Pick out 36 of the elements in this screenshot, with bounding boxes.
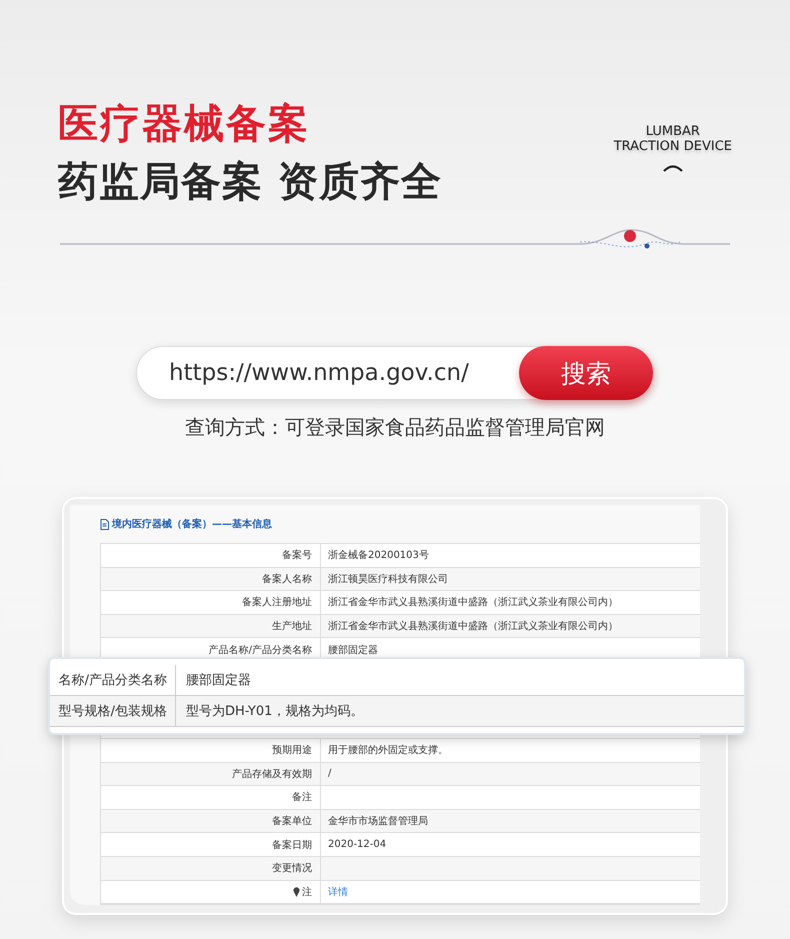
field-value: 型号为DH-Y01，规格为均码。 [186, 703, 364, 720]
field-label: 型号规格/包装规格 [58, 703, 167, 720]
field-value: 腰部固定器 [328, 644, 378, 657]
field-value: 金华市市场监督管理局 [328, 814, 428, 828]
subheadline: 药监局备案 资质齐全 [58, 158, 442, 207]
field-value: 浙江省金华市武义县熟溪街道中盛路（浙江武义茶业有限公司内） [328, 620, 618, 634]
field-label: 变更情况 [272, 862, 312, 876]
product-label: TRACTION DEVICE [614, 139, 732, 154]
search-field[interactable]: https://www.nmpa.gov.cn/ 搜索 [136, 346, 654, 400]
field-label: 备案人注册地址 [242, 596, 312, 610]
headline: 医疗器械备案 [58, 100, 311, 149]
field-label: 预期用途 [272, 744, 312, 758]
field-label: 备案单位 [272, 814, 312, 828]
field-label: 备案日期 [272, 838, 312, 852]
field-value: 用于腰部的外固定或支撑。 [328, 744, 448, 758]
search-caption: 查询方式：可登录国家食品药品监督管理局官网 [185, 414, 605, 441]
field-label: 生产地址 [272, 620, 312, 634]
document-icon [100, 518, 109, 530]
field-value: 浙江顿昊医疗科技有限公司 [328, 572, 448, 586]
field-label: 产品存储及有效期 [232, 768, 312, 781]
field-value: 浙金械备20200103号 [328, 548, 429, 562]
field-value: / [328, 768, 332, 780]
field-label: 备注 [292, 790, 312, 804]
field-value: 腰部固定器 [186, 672, 251, 689]
product-label: LUMBAR [646, 124, 700, 139]
field-value: 2020-12-04 [328, 839, 386, 850]
field-label: 备案号 [282, 548, 312, 562]
field-value: 浙江省金华市武义县熟溪街道中盛路（浙江武义茶业有限公司内） [328, 596, 618, 610]
search-button[interactable]: 搜索 [519, 346, 653, 400]
details-link[interactable]: 详情 [328, 884, 348, 899]
field-label: 产品名称/产品分类名称 [208, 644, 312, 657]
pin-icon [293, 886, 300, 897]
field-label: 名称/产品分类名称 [58, 672, 167, 689]
field-label: 注 [302, 886, 312, 899]
record-title: 境内医疗器械（备案）——基本信息 [112, 517, 272, 531]
field-label: 备案人名称 [262, 572, 312, 586]
